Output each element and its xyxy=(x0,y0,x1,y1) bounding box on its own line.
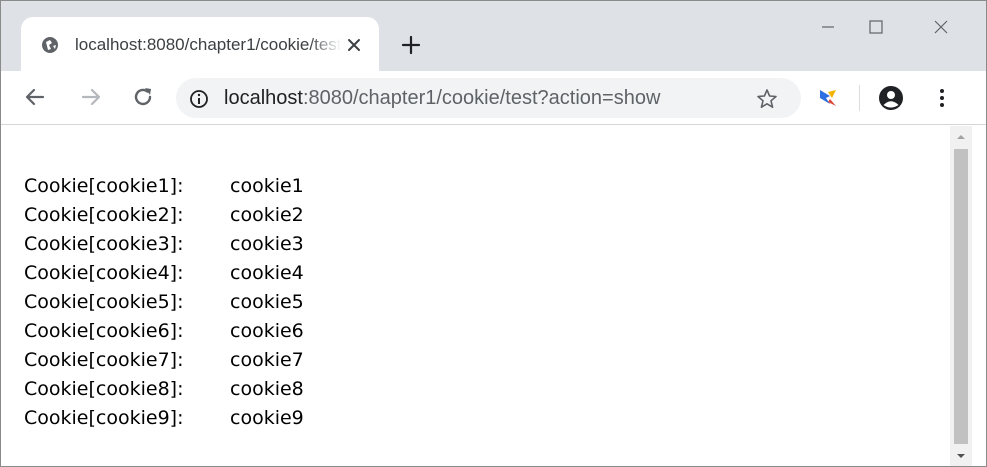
cookie-value: cookie2 xyxy=(230,204,304,226)
list-item: Cookie[cookie6]: cookie6 xyxy=(24,317,304,346)
cookie-name: Cookie[cookie8]: xyxy=(24,378,184,400)
list-item: Cookie[cookie5]: cookie5 xyxy=(24,288,304,317)
cookie-name: Cookie[cookie3]: xyxy=(24,233,184,255)
scroll-up-icon[interactable] xyxy=(950,126,972,148)
cookie-value: cookie3 xyxy=(230,233,304,255)
cookie-value: cookie8 xyxy=(230,378,304,400)
scrollbar-thumb[interactable] xyxy=(954,149,968,444)
cookie-name: Cookie[cookie4]: xyxy=(24,262,184,284)
cookie-value: cookie7 xyxy=(230,349,304,371)
globe-icon xyxy=(42,37,58,53)
url-text[interactable]: localhost:8080/chapter1/cookie/test?acti… xyxy=(224,86,660,110)
back-arrow-icon[interactable] xyxy=(23,85,47,109)
cookie-value: cookie6 xyxy=(230,320,304,342)
profile-icon[interactable] xyxy=(877,84,905,112)
page-content: Cookie[cookie1]: cookie1 Cookie[cookie2]:… xyxy=(1,126,950,466)
cookie-value: cookie4 xyxy=(230,262,304,284)
forward-arrow-icon[interactable] xyxy=(79,85,103,109)
scroll-down-icon[interactable] xyxy=(950,445,972,467)
list-item: Cookie[cookie7]: cookie7 xyxy=(24,346,304,375)
reload-icon[interactable] xyxy=(131,85,155,109)
cookie-name: Cookie[cookie6]: xyxy=(24,320,184,342)
list-item: Cookie[cookie3]: cookie3 xyxy=(24,230,304,259)
list-item: Cookie[cookie8]: cookie8 xyxy=(24,375,304,404)
list-item: Cookie[cookie1]: cookie1 xyxy=(24,172,304,201)
toolbar-separator xyxy=(859,85,860,111)
url-host: localhost xyxy=(224,87,303,109)
cookie-value: cookie9 xyxy=(230,407,304,429)
cookie-list: Cookie[cookie1]: cookie1 Cookie[cookie2]:… xyxy=(24,172,304,433)
list-item: Cookie[cookie9]: cookie9 xyxy=(24,404,304,433)
close-icon[interactable] xyxy=(344,35,364,55)
browser-window: localhost:8080/chapter1/cookie/test?acti… xyxy=(0,0,987,467)
menu-dots-icon[interactable] xyxy=(930,86,954,110)
new-tab-plus-icon[interactable] xyxy=(399,33,423,57)
tab-strip: localhost:8080/chapter1/cookie/test?acti… xyxy=(1,1,986,71)
cookie-value: cookie1 xyxy=(230,175,304,197)
list-item: Cookie[cookie4]: cookie4 xyxy=(24,259,304,288)
address-bar[interactable]: localhost:8080/chapter1/cookie/test?acti… xyxy=(176,78,801,118)
star-icon[interactable] xyxy=(756,88,778,110)
cookie-name: Cookie[cookie1]: xyxy=(24,175,184,197)
window-close-icon[interactable] xyxy=(929,15,953,39)
cookie-name: Cookie[cookie2]: xyxy=(24,204,184,226)
minimize-icon[interactable] xyxy=(816,15,840,39)
cookie-name: Cookie[cookie7]: xyxy=(24,349,184,371)
tab-title: localhost:8080/chapter1/cookie/test?acti… xyxy=(75,35,341,54)
maximize-icon[interactable] xyxy=(864,15,888,39)
list-item: Cookie[cookie2]: cookie2 xyxy=(24,201,304,230)
vertical-scrollbar[interactable] xyxy=(950,126,972,467)
cookie-name: Cookie[cookie9]: xyxy=(24,407,184,429)
url-path: :8080/chapter1/cookie/test?action=show xyxy=(302,87,661,109)
cookie-name: Cookie[cookie5]: xyxy=(24,291,184,313)
tab-active[interactable]: localhost:8080/chapter1/cookie/test?acti… xyxy=(21,17,379,71)
info-icon[interactable] xyxy=(189,89,209,109)
extension-icon[interactable] xyxy=(816,86,840,110)
cookie-value: cookie5 xyxy=(230,291,304,313)
